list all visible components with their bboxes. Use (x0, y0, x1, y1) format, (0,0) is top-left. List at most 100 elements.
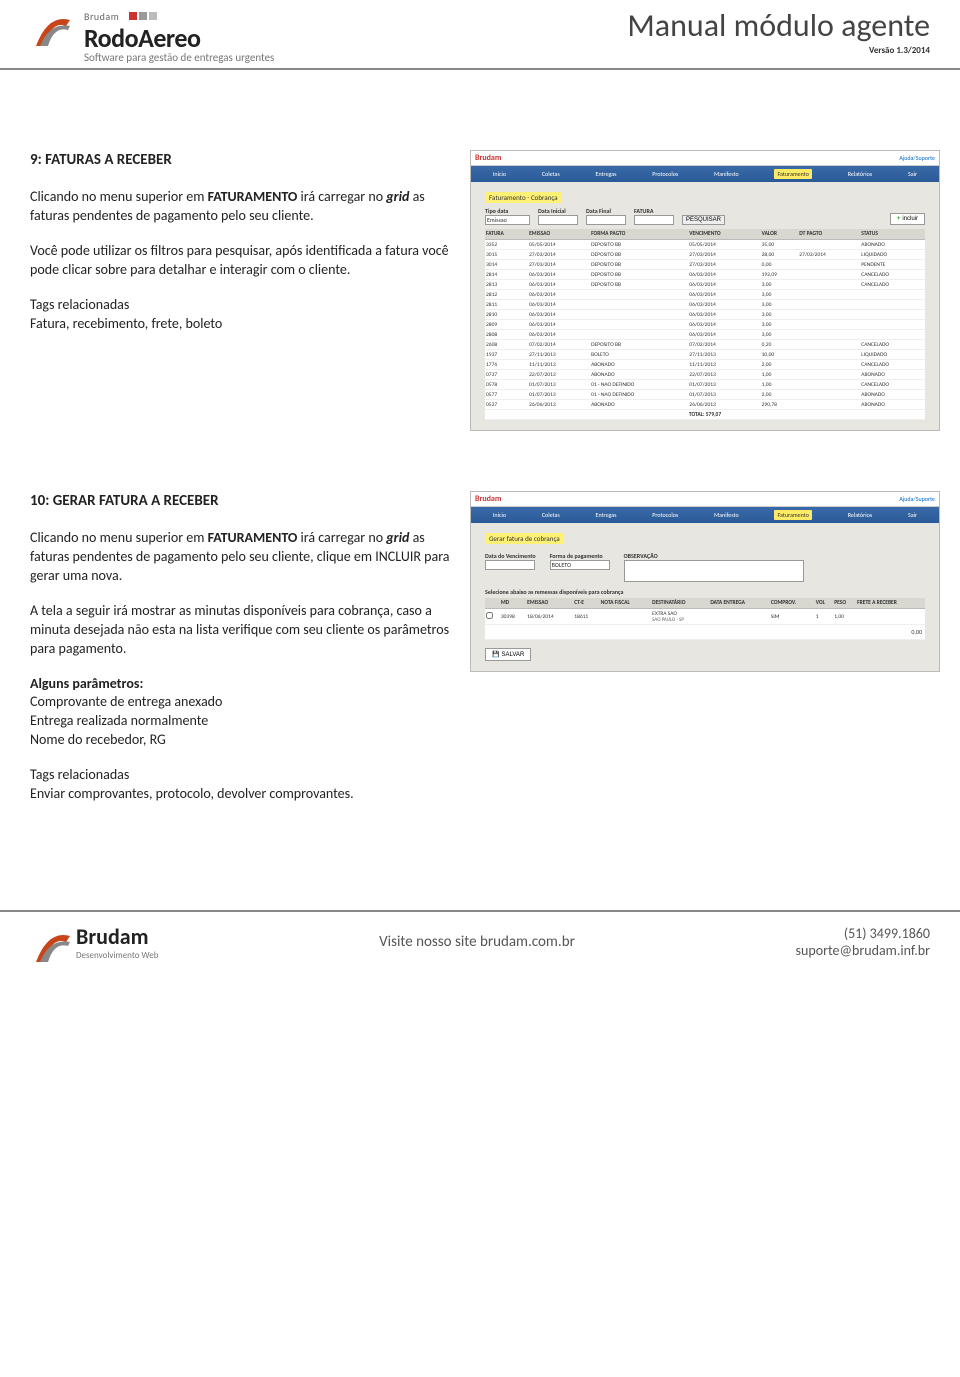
table-row[interactable]: 281106/03/201406/03/20143,00 (485, 300, 925, 310)
menu-item-coletas[interactable]: Coletas (542, 510, 560, 520)
menu-item-manifesto[interactable]: Manifesto (714, 169, 739, 179)
footer-brand: Brudam (76, 923, 158, 950)
ss2-lbl-forma: Forma de pagamento (550, 552, 610, 560)
table-row[interactable]: 281006/03/201406/03/20143,00 (485, 310, 925, 320)
menu-item-faturamento[interactable]: Faturamento (774, 169, 811, 179)
col2-destinatário: DESTINATÁRIO (651, 598, 709, 609)
menu-item-manifesto[interactable]: Manifesto (714, 510, 739, 520)
table-row[interactable]: 3039818/06/201418611EXTRA SAOSAO PAULO -… (485, 609, 925, 625)
ss2-select-forma[interactable]: BOLETO (550, 560, 610, 570)
col-dt pagto: DT PAGTO (798, 229, 860, 240)
ss1-input-fat[interactable] (634, 215, 674, 225)
ss1-input-di[interactable] (538, 215, 578, 225)
menu-item-protocolos[interactable]: Protocolos (652, 510, 678, 520)
section-9-p1: Clicando no menu superior em FATURAMENTO… (30, 188, 450, 226)
ss1-lbl-df: Data Final (586, 207, 626, 215)
table-row[interactable]: 052726/06/2013ABONADO26/06/2013290,78ABO… (485, 400, 925, 410)
ss1-input-df[interactable] (586, 215, 626, 225)
col2-chk (485, 598, 500, 609)
section-9-p2: Você pode utilizar os filtros para pesqu… (30, 242, 450, 280)
section-10-tags: Tags relacionadasEnviar comprovantes, pr… (30, 766, 450, 804)
table-row[interactable]: 057801/07/201301 - NAO DEFINIDO01/07/201… (485, 380, 925, 390)
ss2-brand: Brudam (475, 494, 501, 504)
footer-contact: (51) 3499.1860 suporte@brudam.inf.br (796, 925, 930, 959)
manual-title: Manual módulo agente (627, 6, 930, 45)
screenshot-faturamento-cobranca: Brudam Ajuda/Suporte Início Coletas Entreg… (470, 150, 940, 431)
col2-data entrega: DATA ENTREGA (709, 598, 770, 609)
ss2-panel-title: Gerar fatura de cobrança (485, 533, 564, 544)
section-10-params: Alguns parâmetros:Comprovante de entrega… (30, 675, 450, 751)
table-row[interactable]: 281306/03/2014DEPOSITO BB06/03/20143,00C… (485, 280, 925, 290)
col2-vol: VOL (815, 598, 833, 609)
table-row[interactable]: 177611/11/2013ABONADO11/11/20132,00CANCE… (485, 360, 925, 370)
ss2-help-link[interactable]: Ajuda/Suporte (899, 495, 935, 503)
table-row[interactable]: 260807/02/2014DEPOSITO BB07/02/20140,20C… (485, 340, 925, 350)
ss1-lbl-di: Data Inicial (538, 207, 578, 215)
ss2-total: 0,00 (485, 625, 925, 640)
menu-item-entregas[interactable]: Entregas (596, 169, 617, 179)
section-9-title: 9: FATURAS A RECEBER (30, 150, 450, 170)
menu-item-sair[interactable]: Sair (908, 510, 917, 520)
ss2-grid: MDEMISSAOCT-ENOTA FISCALDESTINATÁRIODATA… (485, 598, 925, 640)
section-10-title: 10: GERAR FATURA A RECEBER (30, 491, 450, 511)
row-checkbox[interactable] (486, 612, 493, 619)
screenshot-gerar-fatura: Brudam Ajuda/Suporte Início Coletas Entreg… (470, 491, 940, 672)
col-forma pagto: FORMA PAGTO (590, 229, 688, 240)
menu-item-coletas[interactable]: Coletas (542, 169, 560, 179)
header-logo: Brudam RodoAereo Software para gestão de… (30, 6, 274, 64)
table-row[interactable]: 073722/07/2013ABONADO22/07/20131,00ABONA… (485, 370, 925, 380)
ss2-menubar: Início Coletas Entregas Protocolos Manifesto… (471, 507, 939, 523)
ss1-total: TOTAL: 579,07 (485, 410, 925, 420)
table-row[interactable]: 193727/11/2013BOLETO27/11/201310,00LIQUI… (485, 350, 925, 360)
ss2-textarea-obs[interactable] (624, 560, 804, 582)
col2-peso: PESO (833, 598, 856, 609)
menu-item-relatórios[interactable]: Relatórios (848, 169, 872, 179)
table-row[interactable]: 301427/03/2014DEPOSITO BB27/03/20140,00P… (485, 260, 925, 270)
ss2-input-venc[interactable] (485, 560, 535, 570)
brand-squares-icon (129, 12, 157, 20)
menu-item-faturamento[interactable]: Faturamento (774, 510, 811, 520)
menu-item-início[interactable]: Início (493, 510, 506, 520)
col-fatura: FATURA (485, 229, 528, 240)
brand-title: RodoAereo (84, 25, 274, 51)
ss1-help-link[interactable]: Ajuda/Suporte (899, 154, 935, 162)
col-status: STATUS (860, 229, 925, 240)
col2-nota fiscal: NOTA FISCAL (600, 598, 652, 609)
ss2-salvar-button[interactable]: 💾SALVAR (485, 648, 531, 661)
col-vencimento: VENCIMENTO (688, 229, 760, 240)
menu-item-relatórios[interactable]: Relatórios (848, 510, 872, 520)
table-row[interactable]: 281406/03/2014DEPOSITO BB06/03/2014192,0… (485, 270, 925, 280)
menu-item-início[interactable]: Início (493, 169, 506, 179)
ss1-panel-title: Faturamento - Cobrança (485, 192, 562, 203)
table-row[interactable]: 280906/03/201406/03/20143,00 (485, 320, 925, 330)
table-row[interactable]: 335205/05/2014DEPOSITO BB05/05/201435,00… (485, 240, 925, 250)
ss1-incluir-button[interactable]: +incluir (890, 213, 925, 225)
footer-site: Visite nosso site brudam.com.br (379, 933, 575, 951)
ss2-lbl-obs: OBSERVAÇÃO (624, 552, 804, 560)
menu-item-protocolos[interactable]: Protocolos (652, 169, 678, 179)
table-row[interactable]: 057701/07/201301 - NAO DEFINIDO01/07/201… (485, 390, 925, 400)
disk-icon: 💾 (492, 651, 499, 658)
col2-ct-e: CT-E (573, 598, 599, 609)
section-10-p2: A tela a seguir irá mostrar as minutas d… (30, 602, 450, 659)
table-row[interactable]: 301527/03/2014DEPOSITO BB27/03/201428,00… (485, 250, 925, 260)
ss1-brand: Brudam (475, 153, 501, 163)
section-10-p1: Clicando no menu superior em FATURAMENTO… (30, 529, 450, 586)
brand-subtitle: Software para gestão de entregas urgente… (84, 51, 274, 64)
menu-item-entregas[interactable]: Entregas (596, 510, 617, 520)
plus-icon: + (897, 216, 901, 222)
brudam-logo-icon (30, 922, 70, 962)
section-9: 9: FATURAS A RECEBER Clicando no menu su… (30, 150, 930, 431)
footer-logo: Brudam Desenvolvimento Web (30, 922, 158, 962)
ss1-select-tipo[interactable]: Emissao (485, 215, 530, 225)
menu-item-sair[interactable]: Sair (908, 169, 917, 179)
col2-emissao: EMISSAO (526, 598, 573, 609)
ss1-pesquisar-button[interactable]: PESQUISAR (682, 215, 725, 225)
table-row[interactable]: 281206/03/201406/03/20143,00 (485, 290, 925, 300)
table-row[interactable]: 280806/03/201406/03/20143,00 (485, 330, 925, 340)
section-9-tags: Tags relacionadasFatura, recebimento, fr… (30, 296, 450, 334)
page-footer: Brudam Desenvolvimento Web Visite nosso … (0, 910, 960, 982)
ss1-lbl-tipo: Tipo data (485, 207, 530, 215)
ss1-grid: FATURAEMISSAOFORMA PAGTOVENCIMENTOVALORD… (485, 229, 925, 420)
col2-frete a receber: FRETE A RECEBER (856, 598, 925, 609)
